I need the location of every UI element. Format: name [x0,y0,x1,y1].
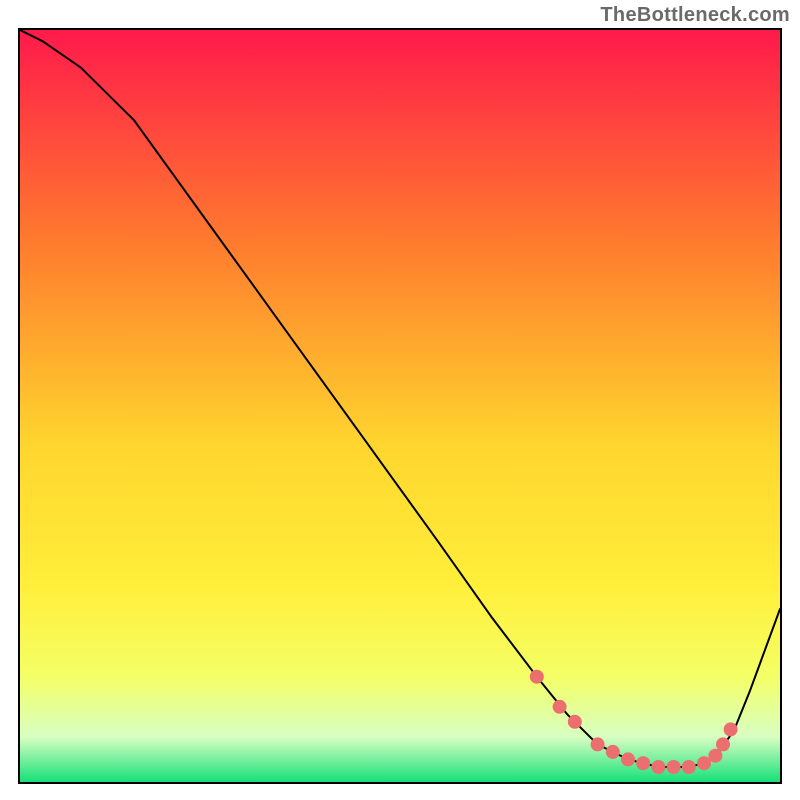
valley-point [724,722,738,736]
valley-point [606,745,620,759]
valley-point [667,760,681,774]
valley-point [553,700,567,714]
valley-point [651,760,665,774]
chart-container: TheBottleneck.com [0,0,800,800]
valley-point [568,715,582,729]
gradient-background [20,30,780,782]
valley-point [530,670,544,684]
plot-svg [20,30,780,782]
valley-point [621,752,635,766]
watermark-label: TheBottleneck.com [600,4,790,27]
valley-point [682,760,696,774]
valley-point [591,737,605,751]
valley-point [636,756,650,770]
valley-point [716,737,730,751]
valley-point [697,756,711,770]
plot-area [18,28,782,784]
